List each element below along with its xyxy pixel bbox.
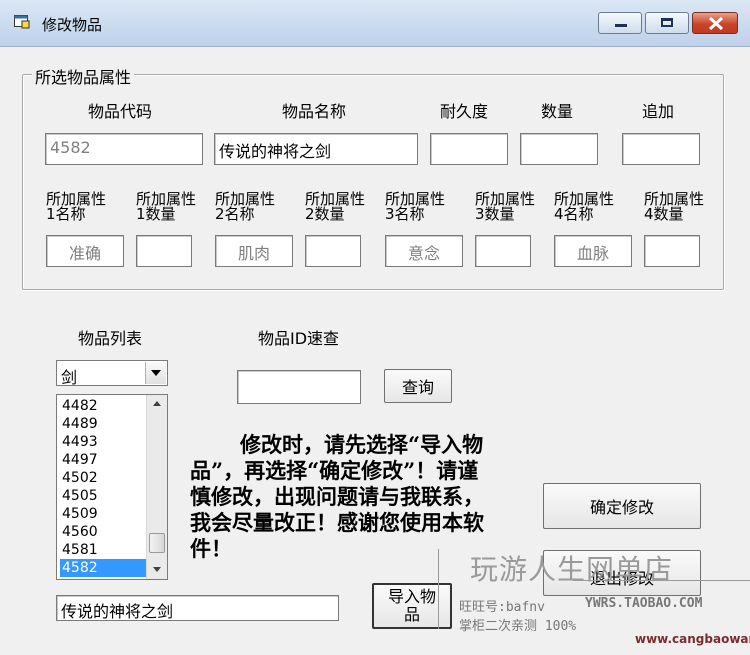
list-item[interactable]: 4505 (60, 487, 148, 505)
item-name-header: 物品名称 (282, 102, 347, 121)
watermark-site: YWRS.TAOBAO.COM (585, 596, 703, 611)
list-item[interactable]: 4489 (60, 415, 148, 433)
attr4-qty-label: 所加属性 4数量 (644, 190, 705, 223)
item-code-header: 物品代码 (88, 102, 153, 121)
attr2-qty-field[interactable] (305, 235, 361, 267)
window-title: 修改物品 (42, 16, 103, 34)
attr1-qty-field[interactable] (136, 235, 192, 267)
list-item[interactable]: 4493 (60, 433, 148, 451)
quantity-header: 数量 (541, 102, 574, 121)
item-list-label: 物品列表 (78, 329, 143, 348)
selected-item-name-field[interactable]: 传说的神将之剑 (56, 595, 339, 621)
minimize-button[interactable] (598, 12, 642, 34)
dropdown-button[interactable] (145, 362, 166, 384)
chevron-up-icon (153, 401, 161, 406)
import-item-button[interactable]: 导入物品 (372, 583, 452, 629)
scroll-thumb[interactable] (149, 533, 165, 553)
id-lookup-label: 物品ID速查 (258, 329, 340, 348)
scroll-up-button[interactable] (147, 395, 167, 413)
usage-notice: 修改时，请先选择“导入物品”，再选择“确定修改”！请谨慎修改，出现问题请与我联系… (190, 432, 484, 561)
chevron-down-icon (151, 370, 161, 376)
minimize-icon (615, 24, 627, 27)
chevron-down-icon (153, 567, 161, 572)
item-name-field[interactable]: 传说的神将之剑 (214, 133, 418, 165)
quantity-field[interactable] (520, 133, 598, 165)
addition-field[interactable] (622, 133, 700, 165)
watermark-slogan: 掌柜二次亲测 100% (459, 619, 577, 634)
attr4-qty-field[interactable] (644, 235, 700, 267)
list-item[interactable]: 4502 (60, 469, 148, 487)
attr2-name-field[interactable]: 肌肉 (215, 235, 293, 267)
query-button[interactable]: 查询 (384, 369, 452, 403)
app-window-icon (14, 14, 30, 29)
attr2-qty-label: 所加属性 2数量 (305, 190, 366, 223)
scroll-down-button[interactable] (147, 561, 167, 579)
watermark-domain: www.cangbaowan.net (635, 632, 750, 646)
watermark-divider (438, 549, 439, 629)
watermark-wangwang: 旺旺号:bafnv (459, 600, 545, 615)
attr1-name-label: 所加属性 1名称 (46, 190, 107, 223)
list-item[interactable]: 4482 (60, 397, 148, 415)
list-scrollbar[interactable] (146, 395, 167, 579)
attr3-qty-field[interactable] (475, 235, 531, 267)
list-item[interactable]: 4497 (60, 451, 148, 469)
attr1-name-field[interactable]: 准确 (46, 235, 124, 267)
list-item[interactable]: 4509 (60, 505, 148, 523)
category-value: 剑 (61, 368, 78, 387)
attr1-qty-label: 所加属性 1数量 (136, 190, 197, 223)
group-legend: 所选物品属性 (32, 64, 135, 88)
list-item-selected[interactable]: 4582 (60, 559, 148, 577)
attr4-name-field[interactable]: 血脉 (554, 235, 632, 267)
maximize-icon (661, 18, 673, 27)
maximize-button[interactable] (645, 12, 689, 34)
confirm-modify-button[interactable]: 确定修改 (543, 483, 701, 529)
list-item[interactable]: 4581 (60, 541, 148, 559)
attr3-name-label: 所加属性 3名称 (385, 190, 446, 223)
attr3-name-field[interactable]: 意念 (385, 235, 463, 267)
category-select[interactable]: 剑 (56, 360, 168, 387)
attr4-name-label: 所加属性 4名称 (554, 190, 615, 223)
close-button[interactable] (692, 12, 738, 34)
attr2-name-label: 所加属性 2名称 (215, 190, 276, 223)
id-lookup-input[interactable] (237, 370, 361, 404)
durability-field[interactable] (430, 133, 508, 165)
addition-header: 追加 (642, 102, 675, 121)
watermark-shop-name: 玩游人生网单店 (470, 553, 674, 586)
item-code-field[interactable]: 4582 (45, 133, 203, 165)
durability-header: 耐久度 (440, 102, 489, 121)
close-icon (708, 17, 724, 30)
list-item[interactable]: 4560 (60, 523, 148, 541)
attr3-qty-label: 所加属性 3数量 (475, 190, 536, 223)
item-listbox[interactable]: 4482 4489 4493 4497 4502 4505 4509 4560 … (56, 394, 168, 580)
